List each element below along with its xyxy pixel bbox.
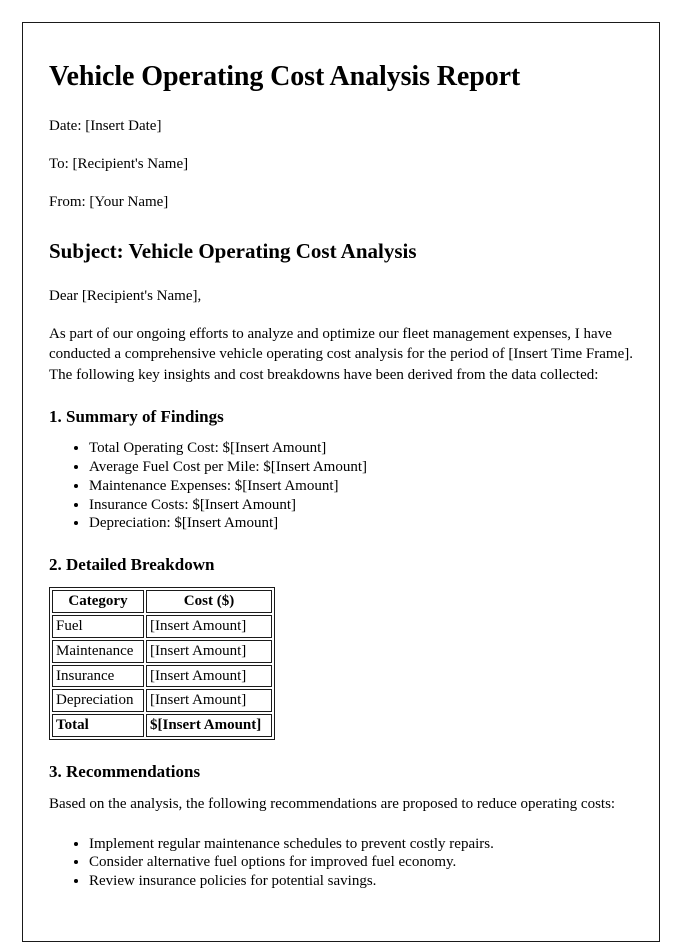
subject-heading: Subject: Vehicle Operating Cost Analysis [49, 239, 417, 264]
cell-category: Insurance [52, 664, 144, 688]
cell-total-value: $[Insert Amount] [146, 714, 272, 737]
page-title: Vehicle Operating Cost Analysis Report [49, 61, 521, 92]
list-item: Average Fuel Cost per Mile: $[Insert Amo… [89, 458, 633, 477]
table-row: Fuel [Insert Amount] [52, 615, 272, 638]
cell-cost: [Insert Amount] [146, 615, 272, 638]
cell-category: Maintenance [52, 639, 144, 663]
intro-paragraph: As part of our ongoing efforts to analyz… [49, 326, 633, 383]
document-page: Vehicle Operating Cost Analysis Report D… [22, 22, 660, 942]
list-item: Review insurance policies for potential … [89, 872, 633, 891]
cost-breakdown-table: Category Cost ($) Fuel [Insert Amount] M… [49, 587, 275, 740]
list-item: Consider alternative fuel options for im… [89, 853, 633, 872]
list-item: Total Operating Cost: $[Insert Amount] [89, 439, 633, 458]
salutation: Dear [Recipient's Name], [49, 287, 202, 304]
column-header-cost: Cost ($) [146, 590, 272, 614]
table-row: Insurance [Insert Amount] [52, 664, 272, 688]
list-item: Implement regular maintenance schedules … [89, 835, 633, 854]
meta-date: Date: [Insert Date] [49, 118, 162, 135]
recommendations-intro: Based on the analysis, the following rec… [49, 796, 616, 813]
cell-total-label: Total [52, 714, 144, 737]
table-header-row: Category Cost ($) [52, 590, 272, 614]
section-heading-recommendations: 3. Recommendations [49, 761, 201, 781]
cell-category: Fuel [52, 615, 144, 638]
column-header-category: Category [52, 590, 144, 614]
cell-category: Depreciation [52, 689, 144, 713]
meta-sender: From: [Your Name] [49, 193, 169, 210]
list-item: Insurance Costs: $[Insert Amount] [89, 496, 633, 515]
recommendations-list: Implement regular maintenance schedules … [49, 835, 633, 891]
cell-cost: [Insert Amount] [146, 639, 272, 663]
section-heading-summary: 1. Summary of Findings [49, 406, 224, 426]
list-item: Depreciation: $[Insert Amount] [89, 514, 633, 533]
meta-recipient: To: [Recipient's Name] [49, 155, 189, 172]
cell-cost: [Insert Amount] [146, 689, 272, 713]
summary-findings-list: Total Operating Cost: $[Insert Amount] A… [49, 439, 633, 533]
section-heading-breakdown: 2. Detailed Breakdown [49, 555, 215, 575]
cell-cost: [Insert Amount] [146, 664, 272, 688]
list-item: Maintenance Expenses: $[Insert Amount] [89, 477, 633, 496]
table-row: Depreciation [Insert Amount] [52, 689, 272, 713]
table-row: Maintenance [Insert Amount] [52, 639, 272, 663]
table-row-total: Total $[Insert Amount] [52, 714, 272, 737]
